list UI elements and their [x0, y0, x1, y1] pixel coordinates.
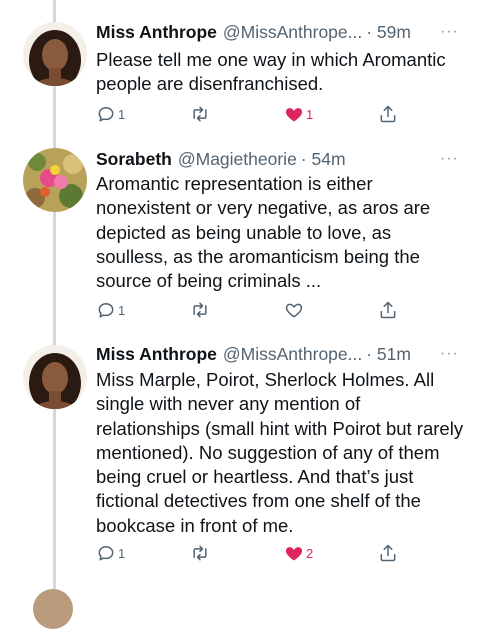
user-handle[interactable]: @MissAnthrope... — [223, 343, 362, 365]
avatar-image — [23, 22, 87, 86]
avatar-miss-anthrope[interactable] — [23, 345, 87, 409]
reply-button[interactable]: 1 — [96, 102, 125, 126]
user-handle[interactable]: @MissAnthrope... — [223, 21, 362, 43]
avatar-image — [23, 148, 87, 212]
user-handle[interactable]: @Magietheorie — [178, 148, 297, 170]
share-button[interactable] — [378, 102, 398, 126]
display-name[interactable]: Miss Anthrope — [96, 21, 217, 43]
tweet-header: Miss Anthrope @MissAnthrope... · 51m ··· — [96, 343, 459, 365]
tweet-text: Aromantic representation is either nonex… — [96, 173, 431, 292]
reply-count: 1 — [118, 545, 126, 561]
share-icon — [380, 301, 396, 319]
reply-icon — [98, 303, 114, 318]
tweet-actions: 1 2 — [96, 541, 416, 565]
more-options-icon[interactable]: ··· — [440, 343, 459, 365]
reply-icon — [98, 546, 114, 561]
reply-icon — [98, 107, 114, 122]
like-button[interactable] — [284, 298, 306, 322]
retweet-icon — [193, 106, 207, 122]
reply-button[interactable]: 1 — [96, 541, 125, 565]
display-name[interactable]: Sorabeth — [96, 148, 172, 170]
avatar-sorabeth[interactable] — [23, 148, 87, 212]
timestamp[interactable]: · 59m — [366, 21, 411, 43]
retweet-button[interactable] — [189, 298, 211, 322]
tweet-actions: 1 1 — [96, 102, 416, 126]
tweet-actions: 1 — [96, 298, 416, 322]
more-options-icon[interactable]: ··· — [440, 148, 459, 170]
display-name[interactable]: Miss Anthrope — [96, 343, 217, 365]
more-options-icon[interactable]: ··· — [440, 21, 459, 43]
timestamp[interactable]: · 54m — [301, 148, 346, 170]
share-button[interactable] — [378, 298, 398, 322]
retweet-button[interactable] — [189, 102, 211, 126]
share-button[interactable] — [378, 541, 398, 565]
reply-button[interactable]: 1 — [96, 298, 125, 322]
reply-count: 1 — [118, 302, 126, 318]
retweet-button[interactable] — [189, 541, 211, 565]
tweet-text: Please tell me one way in which Aromanti… — [96, 49, 446, 95]
share-icon — [380, 105, 396, 123]
like-button[interactable]: 2 — [284, 541, 313, 565]
retweet-icon — [193, 545, 207, 561]
heart-outline-icon — [285, 303, 303, 318]
like-count: 2 — [306, 545, 314, 561]
heart-filled-icon — [285, 108, 303, 122]
tweet-header: Sorabeth @Magietheorie · 54m ··· — [96, 148, 459, 170]
heart-filled-icon — [285, 547, 303, 561]
tweet-header: Miss Anthrope @MissAnthrope... · 59m ··· — [96, 21, 459, 43]
like-count: 1 — [306, 106, 314, 122]
tweet-text: Miss Marple, Poirot, Sherlock Holmes. Al… — [96, 369, 464, 536]
share-icon — [380, 544, 396, 562]
avatar-image — [23, 345, 87, 409]
reply-count: 1 — [118, 106, 126, 122]
thread-line — [53, 0, 56, 600]
avatar-miss-anthrope[interactable] — [23, 22, 87, 86]
avatar-next-tweet[interactable] — [33, 589, 73, 629]
retweet-icon — [193, 302, 207, 318]
timestamp[interactable]: · 51m — [366, 343, 411, 365]
like-button[interactable]: 1 — [284, 102, 313, 126]
